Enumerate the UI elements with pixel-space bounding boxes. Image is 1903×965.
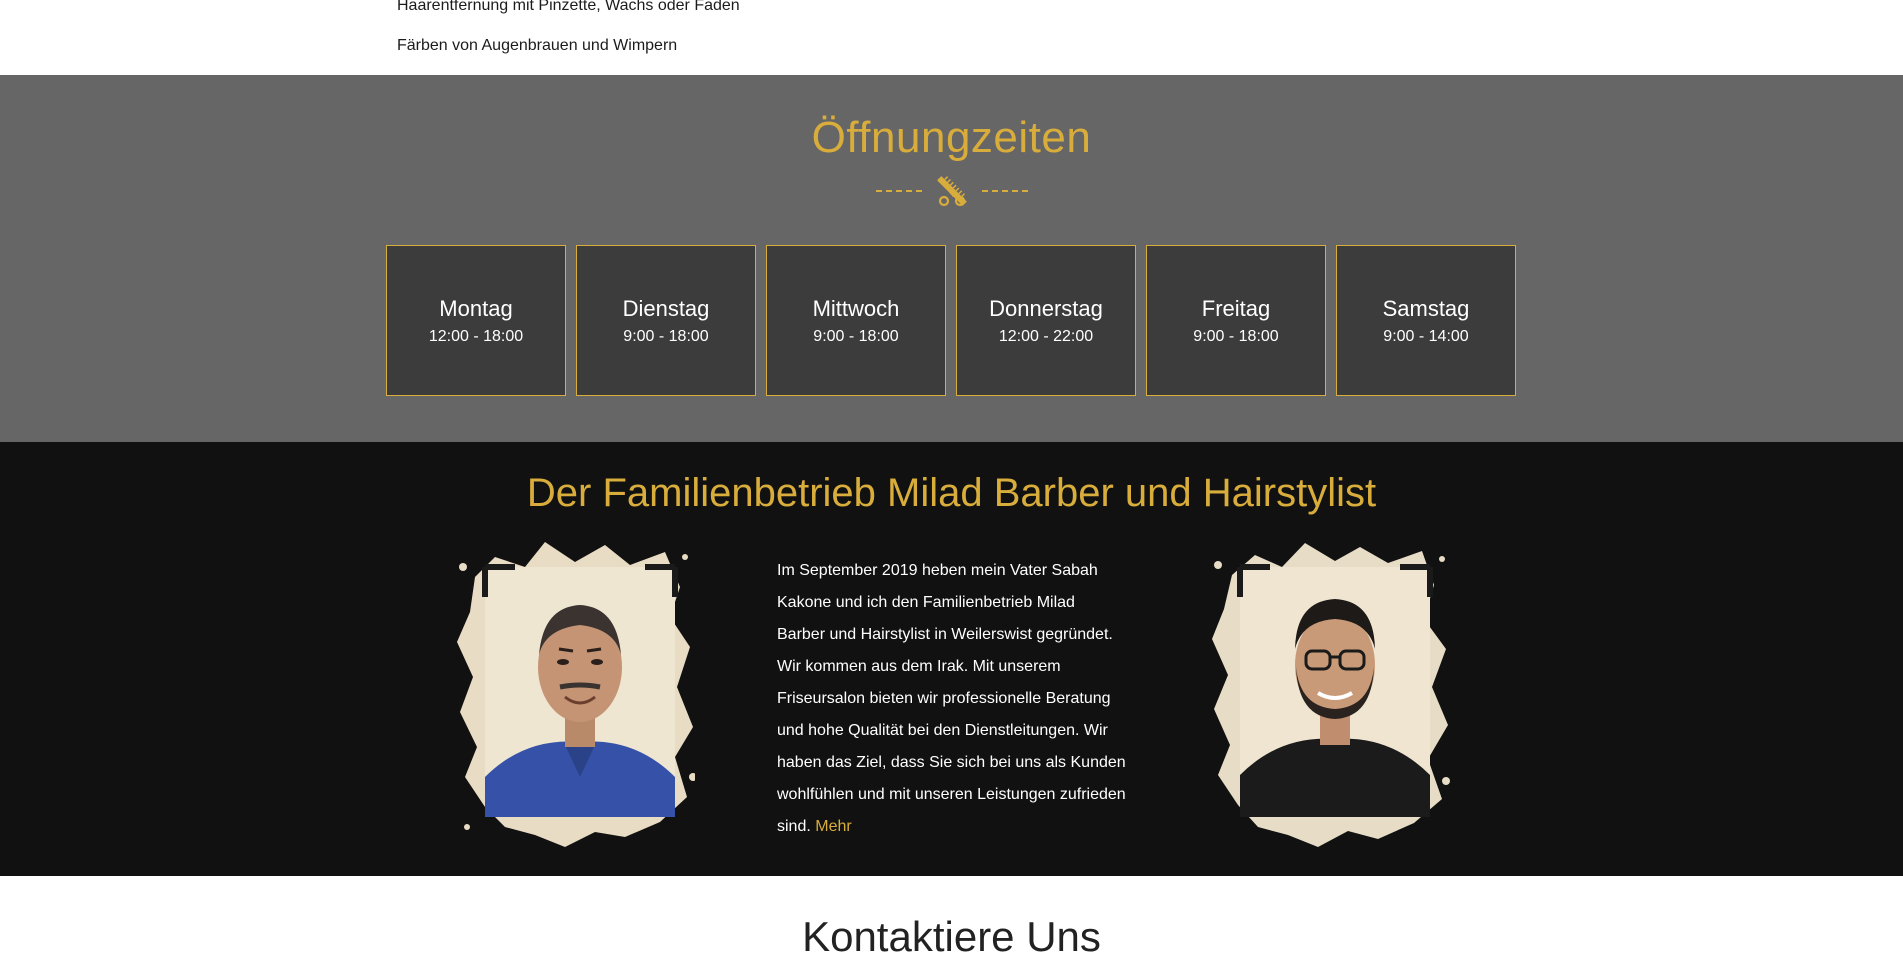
opening-hours-section: Öffnungzeiten Montag 12:00 - 18:00 Diens… <box>0 75 1903 442</box>
scissors-comb-icon <box>937 176 967 207</box>
day-hours: 9:00 - 18:00 <box>813 328 899 345</box>
day-hours: 12:00 - 22:00 <box>998 328 1094 345</box>
contact-title: Kontaktiere Uns <box>802 913 1101 960</box>
about-title: Der Familienbetrieb Milad Barber und Hai… <box>526 471 1377 515</box>
day-name: Samstag <box>1382 296 1470 321</box>
services-list-section: Haarentfernung mit Pinzette, Wachs oder … <box>0 0 1903 75</box>
day-card-monday: Montag 12:00 - 18:00 <box>386 245 566 396</box>
day-hours: 12:00 - 18:00 <box>428 328 524 345</box>
about-paragraph: Im September 2019 heben mein Vater Sabah… <box>777 562 1126 835</box>
service-item: Färben von Augenbrauen und Wimpern <box>397 37 678 54</box>
day-hours: 9:00 - 18:00 <box>623 328 709 345</box>
day-card-friday: Freitag 9:00 - 18:00 <box>1146 245 1326 396</box>
day-card-saturday: Samstag 9:00 - 14:00 <box>1336 245 1516 396</box>
divider-dash <box>982 190 1028 192</box>
day-name: Freitag <box>1201 296 1271 321</box>
day-hours: 9:00 - 14:00 <box>1383 328 1469 345</box>
day-card-wednesday: Mittwoch 9:00 - 18:00 <box>766 245 946 396</box>
more-link[interactable]: Mehr <box>815 818 851 835</box>
service-item: Haarentfernung mit Pinzette, Wachs oder … <box>397 0 740 14</box>
day-name: Mittwoch <box>812 296 900 321</box>
about-section: Der Familienbetrieb Milad Barber und Hai… <box>0 442 1903 876</box>
day-hours: 9:00 - 18:00 <box>1193 328 1279 345</box>
day-name: Montag <box>439 296 513 321</box>
opening-hours-title: Öffnungzeiten <box>811 113 1092 162</box>
portrait-son <box>1212 543 1450 847</box>
section-divider <box>876 175 1028 207</box>
portrait-father <box>457 542 695 847</box>
day-name: Donnerstag <box>989 296 1103 321</box>
divider-dash <box>876 190 922 192</box>
day-card-thursday: Donnerstag 12:00 - 22:00 <box>956 245 1136 396</box>
contact-section: Kontaktiere Uns <box>0 876 1903 965</box>
day-name: Dienstag <box>622 296 710 321</box>
day-card-tuesday: Dienstag 9:00 - 18:00 <box>576 245 756 396</box>
about-text: Im September 2019 heben mein Vater Sabah… <box>777 555 1127 843</box>
